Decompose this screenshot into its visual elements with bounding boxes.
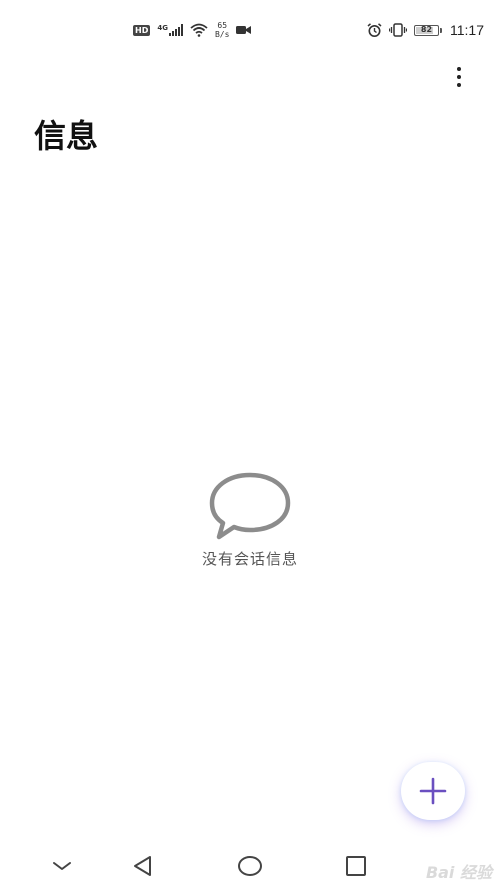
network-speed: 65 B/s — [215, 21, 229, 39]
status-bar-right: 82 11:17 — [367, 18, 484, 42]
hide-nav-button[interactable] — [42, 851, 82, 881]
battery-level: 82 — [420, 25, 433, 34]
network-speed-value: 65 — [217, 21, 228, 30]
alarm-icon — [367, 22, 382, 38]
wifi-icon — [190, 23, 208, 37]
plus-icon — [419, 777, 447, 805]
network-speed-unit: B/s — [214, 30, 230, 39]
hd-icon: HD — [133, 24, 151, 36]
empty-state: 没有会话信息 — [0, 470, 500, 569]
watermark: Bai 经验 — [425, 863, 492, 882]
chat-bubble-icon — [209, 472, 291, 540]
more-options-button[interactable] — [446, 62, 472, 92]
clock: 11:17 — [450, 22, 484, 38]
network-type-label: 4G — [157, 24, 168, 32]
home-icon — [238, 856, 262, 876]
video-camera-icon — [236, 25, 252, 35]
recents-icon — [346, 856, 366, 876]
home-button[interactable] — [230, 851, 270, 881]
battery-icon: 82 — [414, 24, 442, 36]
page-title: 信息 — [34, 117, 99, 155]
navigation-bar: Bai 经验 — [0, 845, 500, 889]
status-bar: HD 4G 65 B/s 82 11:17 — [0, 18, 500, 42]
chevron-down-icon — [53, 862, 71, 870]
messages-screen: HD 4G 65 B/s 82 11:17 信息 没有会话信息 Bai 经验 — [0, 0, 500, 889]
vibrate-icon — [389, 23, 407, 37]
signal-icon: 4G — [157, 24, 183, 36]
more-vertical-icon — [457, 67, 461, 71]
new-message-button[interactable] — [401, 762, 465, 820]
status-bar-left: HD 4G 65 B/s — [133, 18, 252, 42]
recents-button[interactable] — [336, 851, 376, 881]
back-icon — [134, 856, 151, 876]
empty-state-text: 没有会话信息 — [201, 550, 298, 568]
back-button[interactable] — [123, 851, 163, 881]
